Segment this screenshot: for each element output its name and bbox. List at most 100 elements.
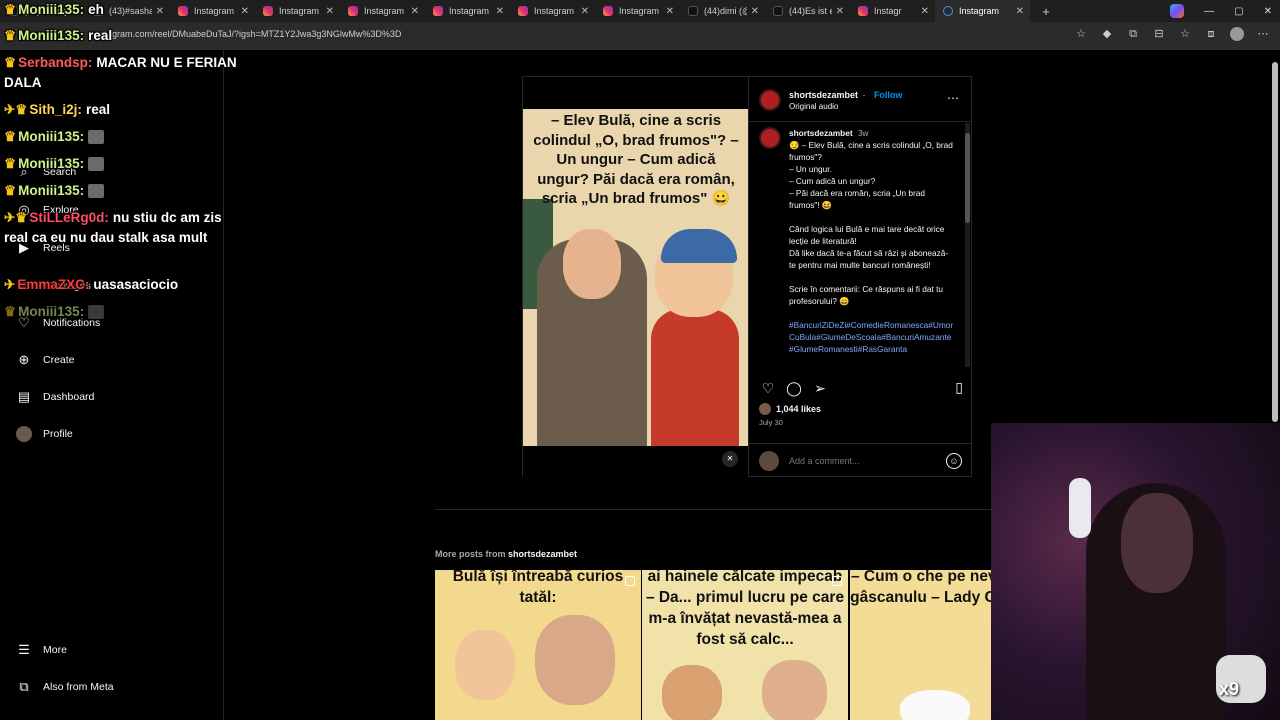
post-thumbnail[interactable]: – Cum o che pe nevast gâscanulu – Lady G… <box>850 570 991 720</box>
tab-label: (43)#sasha <box>109 6 152 16</box>
browser-tab[interactable]: Instagr ✕ <box>850 0 935 22</box>
browser-tab[interactable]: (44)dimi (@ ✕ <box>680 0 765 22</box>
follow-button[interactable]: Follow <box>874 90 903 100</box>
post-image[interactable]: – Elev Bulă, cine a scris colindul „O, b… <box>523 109 748 446</box>
favorites-icon[interactable]: ☆ <box>1178 27 1192 41</box>
close-icon[interactable]: ✕ <box>411 6 419 17</box>
thumbnail-figure <box>455 630 515 700</box>
tiktok-icon <box>8 6 18 16</box>
share-icon[interactable]: ➢ <box>811 379 829 397</box>
caption-scrollbar-thumb[interactable] <box>965 133 970 223</box>
close-icon[interactable]: ✕ <box>326 6 334 17</box>
sidebar-item-dashboard[interactable]: ▤ Dashboard <box>16 389 95 405</box>
puzzle-icon[interactable]: ⧉ <box>1126 27 1140 41</box>
sidebar-item-also-from-meta[interactable]: ⧉ Also from Meta <box>16 679 113 695</box>
sidebar-item-messages[interactable]: ✉ Messages <box>16 278 91 294</box>
avatar <box>759 450 779 471</box>
tab-label: (44)Es ist ein <box>789 6 832 16</box>
collections-icon[interactable]: ⧈ <box>1204 27 1218 41</box>
caption-line: – Păi dacă era român, scria „Un brad fru… <box>789 188 926 210</box>
boy-figure <box>651 309 739 446</box>
author-username[interactable]: shortsdezambet <box>789 90 858 100</box>
browser-tab[interactable]: Instagram ✕ <box>255 0 340 22</box>
more-posts-label: More posts from <box>435 549 506 559</box>
browser-tab[interactable]: Instagram ✕ <box>510 0 595 22</box>
reels-icon: ▶ <box>19 240 29 255</box>
browser-profile-avatar[interactable] <box>1230 27 1244 41</box>
page-scrollbar-thumb[interactable] <box>1272 62 1278 422</box>
instagram-icon <box>858 6 868 16</box>
caption-line: – Un ungur. <box>789 164 832 174</box>
browser-menu-icon[interactable]: ⋯ <box>1256 27 1270 41</box>
close-icon[interactable]: ✕ <box>836 6 844 17</box>
author-avatar[interactable] <box>759 127 781 149</box>
thumbnail-figure <box>662 665 722 720</box>
close-icon[interactable]: ✕ <box>581 6 589 17</box>
close-icon[interactable]: ✕ <box>921 6 929 17</box>
browser-tab[interactable]: (44)Es ist ein ✕ <box>765 0 850 22</box>
page-scrollbar[interactable] <box>1272 50 1278 422</box>
sidebar-item-label: More <box>43 644 67 656</box>
split-screen-icon[interactable]: ⊟ <box>1152 27 1166 41</box>
author-avatar[interactable] <box>759 89 781 111</box>
close-icon[interactable]: ✕ <box>751 6 759 17</box>
caption-line: 😏 – Elev Bulă, cine a scris colindul „O,… <box>789 140 953 162</box>
sidebar-item-label: Reels <box>43 242 70 254</box>
sidebar-item-label: Explore <box>43 204 79 216</box>
close-icon[interactable]: ✕ <box>1016 6 1024 17</box>
sidebar-item-notifications[interactable]: ♡ Notifications <box>16 315 100 331</box>
heart-icon: ♡ <box>18 315 30 330</box>
close-icon[interactable]: ✕ <box>241 6 249 17</box>
favorite-star-icon[interactable]: ☆ <box>1074 27 1088 41</box>
extension-icon[interactable]: ◆ <box>1100 27 1114 41</box>
browser-tab[interactable]: Instagram ✕ <box>595 0 680 22</box>
like-heart-icon[interactable]: ♡ <box>759 379 777 397</box>
close-icon[interactable]: ✕ <box>496 6 504 17</box>
close-icon[interactable]: ✕ <box>666 6 674 17</box>
browser-tab[interactable]: Instagram ✕ <box>425 0 510 22</box>
chart-icon: ▤ <box>17 389 31 404</box>
more-options-icon[interactable]: ⋯ <box>947 91 959 105</box>
new-tab-button[interactable]: + <box>1036 4 1056 19</box>
sidebar-item-create[interactable]: ⊕ Create <box>16 352 75 368</box>
browser-tab-active[interactable]: Instagram ✕ <box>935 0 1030 22</box>
likes-count[interactable]: 1,044 likes <box>776 404 821 414</box>
tab-label: Instagram <box>279 6 320 16</box>
browser-tab[interactable]: Instagram ✕ <box>170 0 255 22</box>
menu-icon: ☰ <box>18 642 30 657</box>
hashtags[interactable]: #BancuriZiDeZi#ComedieRomanesca#UmorCuBu… <box>789 319 954 355</box>
bookmark-icon[interactable]: ▯ <box>955 379 963 396</box>
comment-icon[interactable]: ◯ <box>785 379 803 397</box>
browser-tab[interactable]: (43)no way. ✕ <box>0 0 85 22</box>
maximize-button[interactable]: ▢ <box>1234 6 1243 17</box>
instagram-icon <box>603 6 613 16</box>
url-field[interactable]: stagram.com/reel/DMuabeDuTaJ/?igsh=MTZ1Y… <box>100 29 401 39</box>
post-media[interactable]: – Elev Bulă, cine a scris colindul „O, b… <box>523 77 748 477</box>
caption-scrollbar[interactable] <box>965 123 970 367</box>
sidebar-item-profile[interactable]: Profile <box>16 426 73 442</box>
minimize-button[interactable]: — <box>1204 6 1214 17</box>
sidebar-item-reels[interactable]: ▶ Reels <box>16 240 70 256</box>
close-icon[interactable]: ✕ <box>156 6 164 17</box>
caption-area: shortsdezambet 3w 😏 – Elev Bulă, cine a … <box>759 127 954 367</box>
sidebar-item-label: Create <box>43 354 75 366</box>
emoji-icon[interactable]: ☺ <box>946 452 962 469</box>
sidebar-item-more[interactable]: ☰ More <box>16 642 67 658</box>
browser-tab[interactable]: (43)#sasha ✕ <box>85 0 170 22</box>
mute-icon[interactable]: ✕ <box>722 451 738 467</box>
audio-label[interactable]: Original audio <box>789 101 902 113</box>
close-icon[interactable]: ✕ <box>71 6 79 17</box>
sidebar-item-explore[interactable]: ◎ Explore <box>16 202 79 218</box>
close-window-button[interactable]: ✕ <box>1264 6 1272 17</box>
more-posts-username[interactable]: shortsdezambet <box>508 549 577 559</box>
browser-tab[interactable]: Instagram ✕ <box>340 0 425 22</box>
post-thumbnail[interactable]: ai hainele călcate impecab – Da... primu… <box>642 570 848 720</box>
author-info: shortsdezambet · Follow Original audio <box>789 88 902 113</box>
sidebar-item-search[interactable]: ⌕ Search <box>16 164 76 180</box>
comment-input[interactable] <box>789 455 946 466</box>
thumbnail-text: Bulă își întreabă curios tatăl: <box>452 570 624 606</box>
copilot-icon[interactable] <box>1170 4 1185 18</box>
post-thumbnail[interactable]: Bulă își întreabă curios tatăl: <box>435 570 641 720</box>
instagram-icon <box>433 6 443 16</box>
caption-username[interactable]: shortsdezambet <box>789 128 853 138</box>
